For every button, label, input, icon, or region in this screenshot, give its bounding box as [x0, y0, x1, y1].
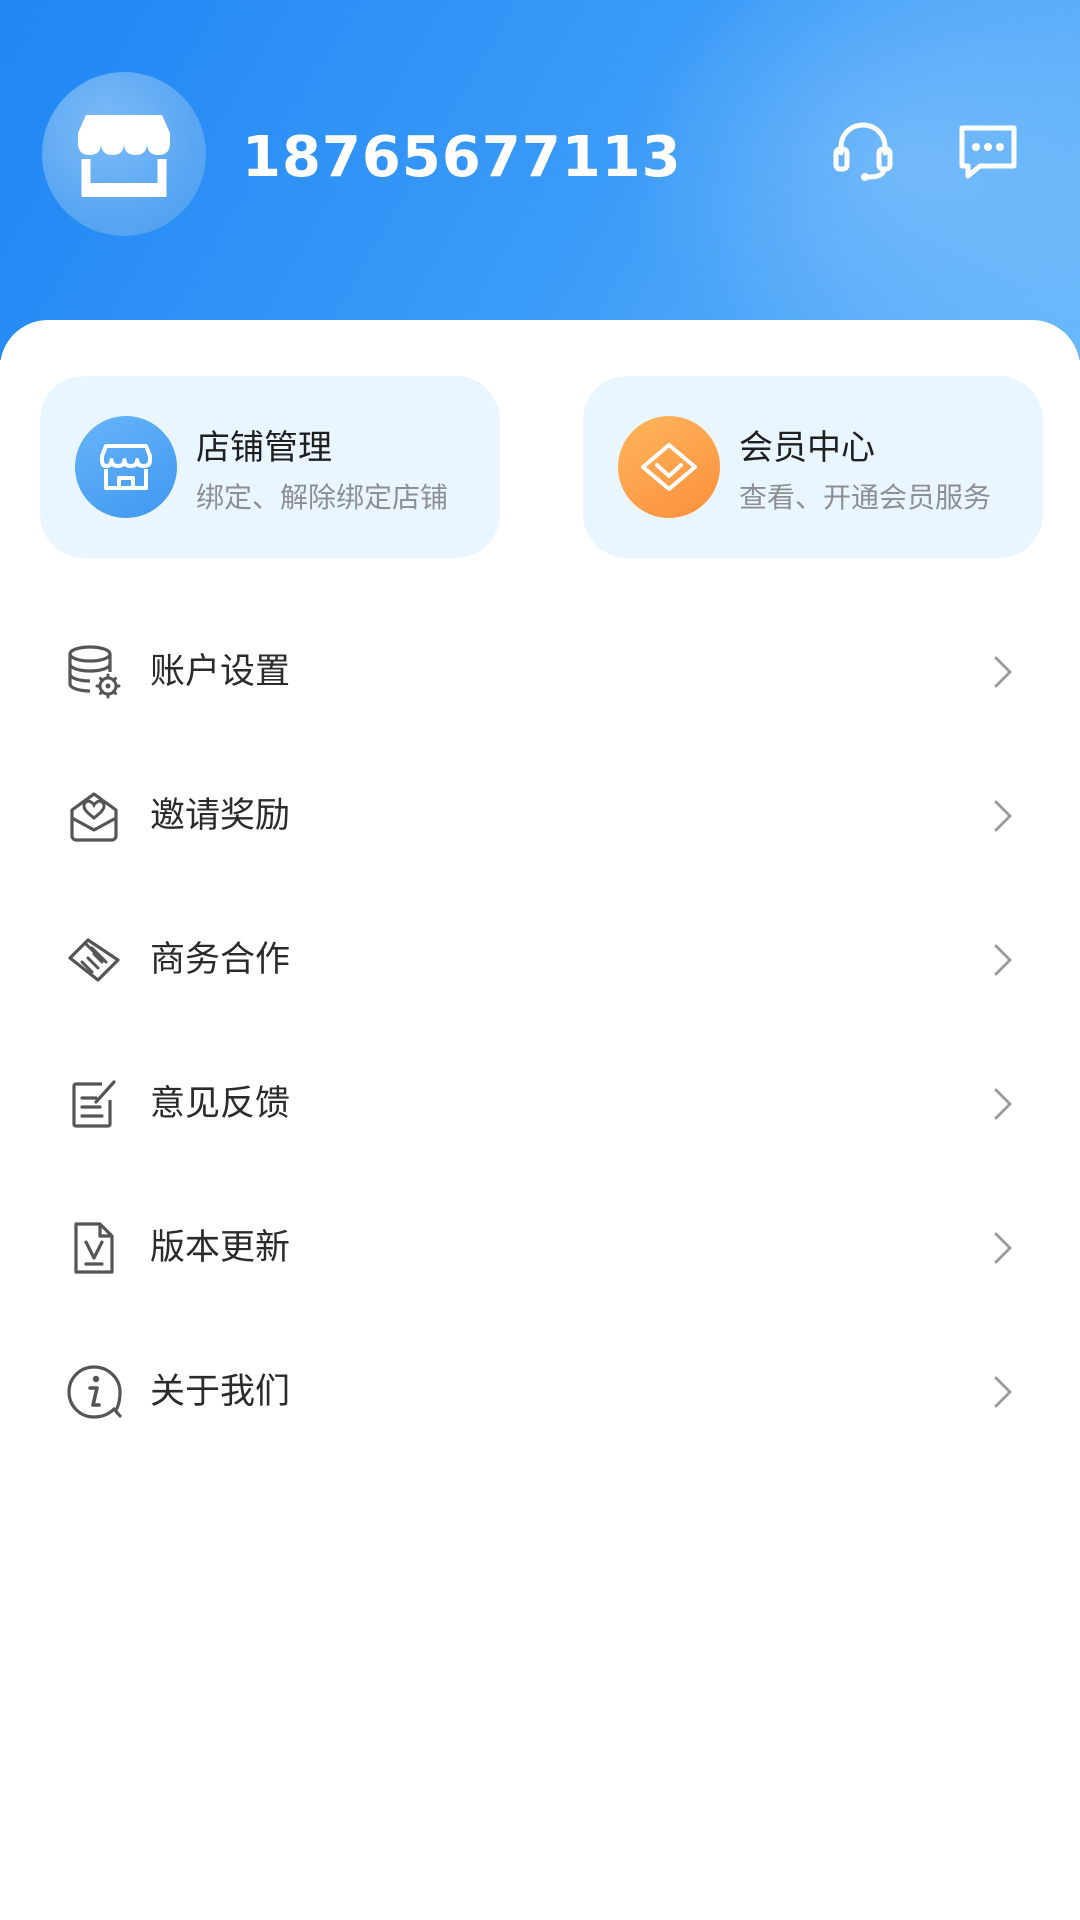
chevron-right-icon [994, 1376, 1012, 1408]
user-phone: 18765677113 [242, 125, 682, 190]
gift-envelope-icon [70, 792, 118, 842]
member-card-title: 会员中心 [739, 428, 875, 468]
info-icon [67, 1365, 122, 1419]
message-button[interactable] [953, 116, 1023, 186]
profile-page: 18765677113 店铺管理 绑定、解除绑定店铺 会员中心 查看、开通会员服… [0, 0, 1080, 1920]
profile-header: 18765677113 [0, 0, 1080, 400]
store-management-card[interactable]: 店铺管理 绑定、解除绑定店铺 [40, 376, 500, 558]
menu-item-label: 版本更新 [150, 1228, 291, 1268]
chevron-right-icon [994, 656, 1012, 688]
chevron-right-icon [994, 1232, 1012, 1264]
avatar[interactable] [42, 72, 206, 236]
menu-item-feedback[interactable]: 意见反馈 [0, 1049, 1080, 1159]
menu-item-label: 意见反馈 [150, 1084, 291, 1124]
menu-item-business-cooperation[interactable]: 商务合作 [0, 905, 1080, 1015]
menu-item-account-settings[interactable]: 账户设置 [0, 617, 1080, 727]
member-card-icon-wrap [618, 416, 720, 518]
chevron-right-icon [994, 800, 1012, 832]
diamond-icon [641, 443, 697, 491]
menu-item-label: 关于我们 [150, 1372, 291, 1412]
handshake-icon [68, 938, 120, 982]
member-card-subtitle: 查看、开通会员服务 [739, 481, 992, 514]
database-gear-icon [68, 645, 121, 699]
member-center-card[interactable]: 会员中心 查看、开通会员服务 [583, 376, 1043, 558]
customer-service-button[interactable] [828, 116, 898, 186]
store-card-subtitle: 绑定、解除绑定店铺 [196, 481, 449, 514]
store-card-title: 店铺管理 [196, 428, 332, 468]
menu-item-invite-rewards[interactable]: 邀请奖励 [0, 761, 1080, 871]
headset-icon [833, 122, 893, 181]
menu-item-label: 邀请奖励 [150, 796, 291, 836]
edit-note-icon [72, 1080, 116, 1128]
store-icon [100, 444, 152, 490]
menu-item-label: 账户设置 [150, 652, 291, 692]
version-file-icon [74, 1222, 114, 1274]
chevron-right-icon [994, 1088, 1012, 1120]
chat-bubble-icon [959, 125, 1017, 179]
store-icon [78, 115, 170, 197]
menu-item-version-update[interactable]: 版本更新 [0, 1193, 1080, 1303]
chevron-right-icon [994, 944, 1012, 976]
menu-item-about-us[interactable]: 关于我们 [0, 1337, 1080, 1447]
store-card-icon-wrap [75, 416, 177, 518]
menu-item-label: 商务合作 [150, 940, 291, 980]
